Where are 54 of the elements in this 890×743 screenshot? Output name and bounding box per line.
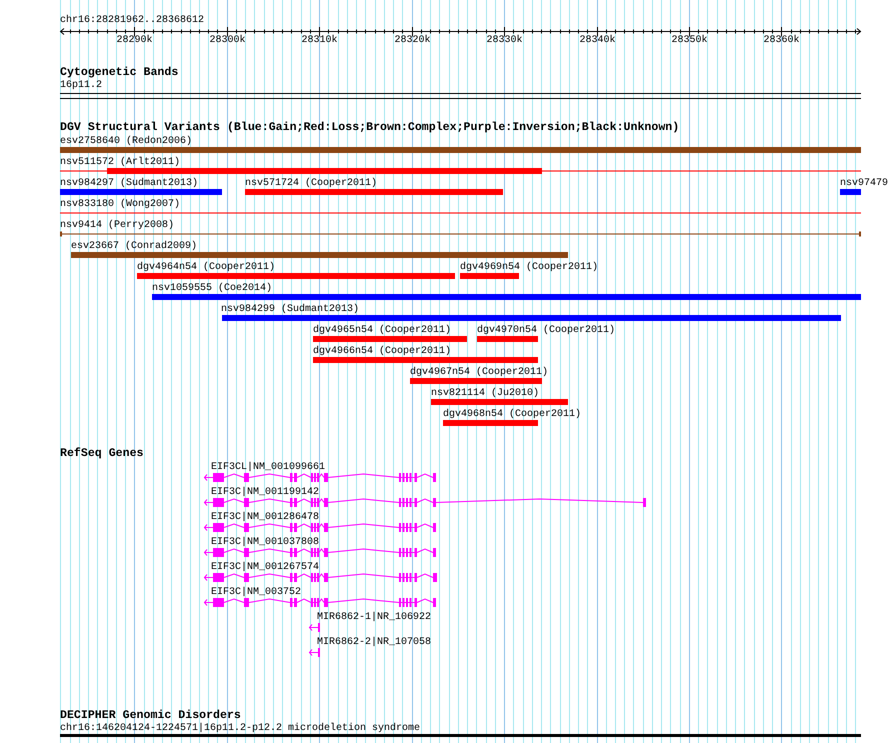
variant-label: dgv4969n54 (Cooper2011) (460, 262, 598, 273)
variant-bar[interactable] (60, 168, 861, 174)
variant-bar[interactable] (60, 231, 861, 237)
cytoband-bar[interactable] (60, 93, 861, 99)
variant-label: nsv984297 (Sudmant2013) (60, 178, 198, 189)
variant-label: dgv4964n54 (Cooper2011) (137, 262, 276, 273)
gene-label: EIF3C|NM_001199142 (211, 487, 320, 498)
gene-drawing[interactable] (204, 598, 436, 607)
gene-label: EIF3C|NM_003752 (211, 587, 302, 598)
disorder-bar[interactable] (60, 734, 861, 737)
tick-label: 28290k (116, 36, 152, 46)
band-label: 16p11.2 (60, 80, 102, 91)
gene-drawing[interactable] (204, 473, 436, 482)
gene-label: EIF3C|NM_001267574 (211, 562, 320, 573)
gene-label: MIR6862-1|NR_106922 (317, 612, 432, 623)
tick-label: 28320k (394, 36, 430, 46)
track-title: DGV Structural Variants (Blue:Gain;Red:Loss;Brown:Complex;Purple:Inversion;Black:Unknown) (60, 122, 680, 134)
variant-label: dgv4968n54 (Cooper2011) (443, 409, 582, 420)
variant-label: nsv833180 (Wong2007) (60, 199, 180, 210)
tick-label: 28340k (580, 36, 616, 46)
gene-drawing[interactable] (204, 548, 436, 557)
variant-label: nsv984299 (Sudmant2013) (221, 304, 360, 315)
tick-label: 28360k (764, 36, 800, 46)
gene-drawing[interactable] (308, 648, 320, 657)
tick-label: 28350k (672, 36, 708, 46)
variant-label: nsv821114 (Ju2010) (431, 388, 540, 399)
gene-drawing[interactable] (204, 523, 436, 532)
variant-label: nsv97479 (840, 178, 888, 189)
track-title: DECIPHER Genomic Disorders (60, 710, 241, 722)
variant-label: dgv4966n54 (Cooper2011) (313, 346, 452, 357)
gene-drawing[interactable] (204, 498, 646, 507)
variant-bar[interactable] (60, 210, 861, 216)
tick-label: 28330k (486, 36, 522, 46)
variant-label: nsv571724 (Cooper2011) (245, 178, 378, 189)
gene-drawing[interactable] (204, 573, 437, 582)
variant-label: nsv511572 (Arlt2011) (60, 157, 180, 168)
tick-label: 28300k (210, 36, 246, 46)
gene-label: MIR6862-2|NR_107058 (317, 637, 432, 648)
disorder-label: chr16:146204124-1224571|16p11.2-p12.2 microdeletion syndrome (60, 723, 420, 734)
track-title: RefSeq Genes (60, 448, 144, 460)
variant-label: esv2758640 (Redon2006) (60, 136, 192, 147)
variant-label: dgv4967n54 (Cooper2011) (410, 367, 548, 378)
track-title: Cytogenetic Bands (60, 67, 178, 79)
variant-label: esv23667 (Conrad2009) (71, 241, 198, 252)
variant-label: nsv9414 (Perry2008) (60, 220, 174, 231)
variant-label: nsv1059555 (Coe2014) (152, 283, 272, 294)
gene-label: EIF3CL|NM_001099661 (211, 462, 326, 473)
gene-label: EIF3C|NM_001037808 (211, 537, 320, 548)
tick-label: 28310k (302, 36, 338, 46)
location-label: chr16:28281962..28368612 (60, 16, 204, 26)
variant-label: dgv4970n54 (Cooper2011) (477, 325, 616, 336)
variant-label: dgv4965n54 (Cooper2011) (313, 325, 452, 336)
gene-label: EIF3C|NM_001286478 (211, 512, 320, 523)
gene-drawing[interactable] (308, 623, 320, 632)
